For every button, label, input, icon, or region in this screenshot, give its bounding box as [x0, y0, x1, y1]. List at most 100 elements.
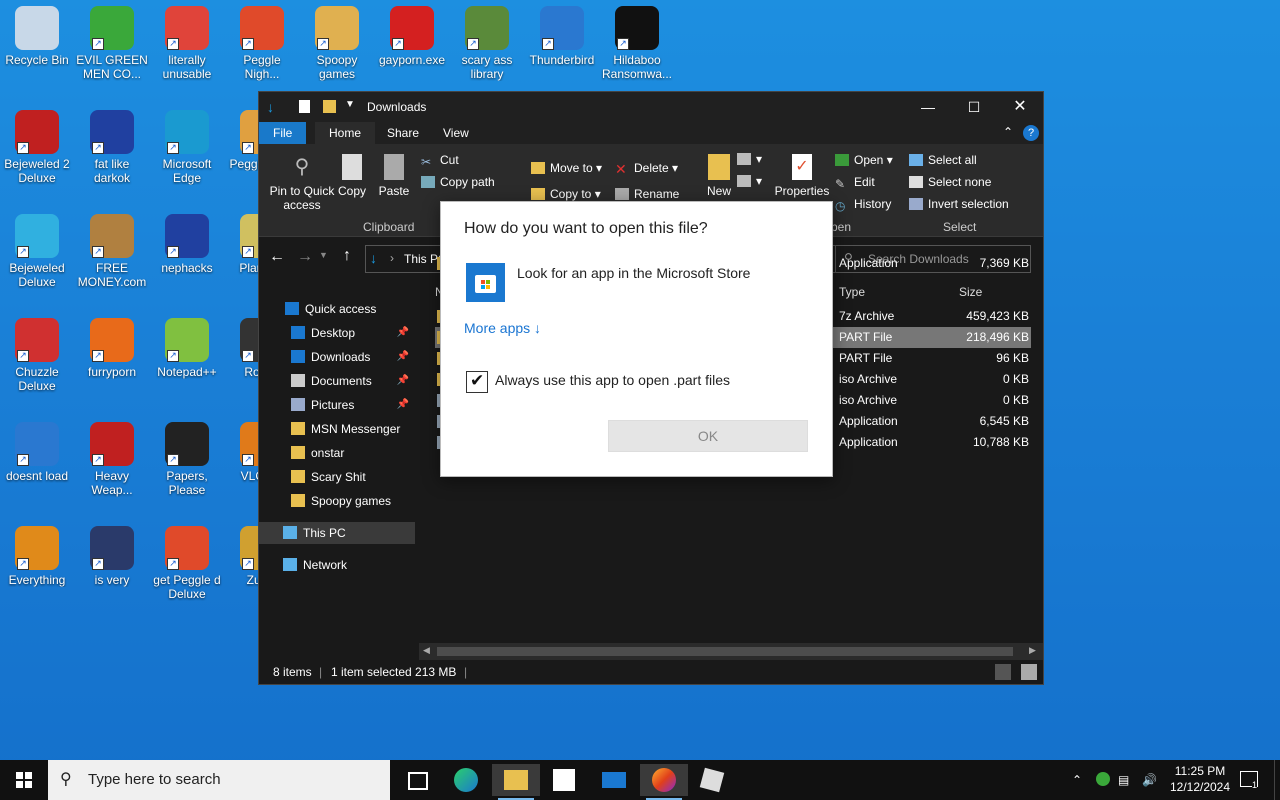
desktop-icon[interactable]: ↗ scary ass library	[450, 0, 524, 81]
show-desktop-button[interactable]	[1274, 760, 1280, 800]
maximize-button[interactable]: ☐	[951, 92, 997, 122]
ribbon-collapse-icon[interactable]: ⌃	[1003, 125, 1013, 139]
open-button[interactable]: Open ▾	[835, 153, 893, 167]
nav-pane-item[interactable]: MSN Messenger	[259, 418, 415, 440]
desktop-icon[interactable]: ↗ Papers, Please	[150, 416, 224, 497]
always-use-checkbox[interactable]: ✔	[466, 371, 488, 393]
pin-quick-access-button[interactable]: ⚲ Pin to Quick access	[265, 154, 339, 212]
desktop-icon[interactable]: ↗ Thunderbird	[525, 0, 599, 67]
desktop-icon[interactable]: ↗ nephacks	[150, 208, 224, 275]
tab-file[interactable]: File	[259, 122, 307, 144]
ok-button[interactable]: OK	[608, 420, 808, 452]
horizontal-scrollbar[interactable]: ◀ ▶	[419, 643, 1043, 660]
clock[interactable]: 11:25 PM 12/12/2024	[1162, 760, 1238, 800]
scroll-right-icon[interactable]: ▶	[1029, 645, 1036, 656]
desktop-icon[interactable]: ↗ literally unusable	[150, 0, 224, 81]
more-apps-link[interactable]: More apps ↓	[464, 320, 541, 336]
desktop-icon[interactable]: ↗ Microsoft Edge	[150, 104, 224, 185]
cut-button[interactable]: ✂ Cut	[421, 153, 459, 169]
taskbar-search-box[interactable]: ⚲ Type here to search	[48, 760, 390, 800]
taskbar-store[interactable]	[540, 764, 588, 796]
nav-pane-item[interactable]: Documents 📌	[259, 370, 415, 392]
scroll-left-icon[interactable]: ◀	[423, 645, 430, 656]
new-folder-button[interactable]: New	[699, 154, 739, 198]
scrollbar-thumb[interactable]	[437, 647, 1013, 656]
large-icons-view-icon[interactable]	[1021, 664, 1037, 680]
select-none-button[interactable]: Select none	[909, 175, 991, 189]
invert-selection-button[interactable]: Invert selection	[909, 197, 1009, 211]
desktop-icon[interactable]: ↗ fat like darkok	[75, 104, 149, 185]
desktop-icon[interactable]: ↗ Hildaboo Ransomwa...	[600, 0, 674, 81]
desktop-icon[interactable]: ↗ Peggle Nigh...	[225, 0, 299, 81]
desktop-icon[interactable]: ↗ Notepad++	[150, 312, 224, 379]
rename-button[interactable]: Rename	[615, 187, 679, 201]
desktop-icon[interactable]: ↗ gayporn.exe	[375, 0, 449, 67]
taskbar-firefox[interactable]	[640, 764, 688, 800]
easy-access-button[interactable]: ▾	[737, 174, 762, 188]
people-icon[interactable]	[1096, 772, 1110, 786]
delete-button[interactable]: ✕ Delete ▾	[615, 161, 678, 177]
nav-pane-item[interactable]: Downloads 📌	[259, 346, 415, 368]
microsoft-store-icon[interactable]	[466, 263, 505, 302]
new-item-button[interactable]: ▾	[737, 152, 762, 166]
history-button[interactable]: ◷ History	[835, 197, 891, 213]
properties-button[interactable]: ✓ Properties	[773, 154, 831, 198]
nav-pane-item[interactable]: Scary Shit	[259, 466, 415, 488]
store-option-label[interactable]: Look for an app in the Microsoft Store	[517, 265, 750, 281]
desktop-icon[interactable]: ↗ Bejeweled 2 Deluxe	[0, 104, 74, 185]
select-all-button[interactable]: Select all	[909, 153, 977, 167]
show-hidden-icons[interactable]: ⌃	[1072, 760, 1082, 800]
move-to-button[interactable]: Move to ▾	[531, 161, 602, 175]
qat-dropdown-icon[interactable]: ▼	[345, 99, 355, 110]
always-use-label[interactable]: Always use this app to open .part files	[495, 372, 730, 388]
nav-pane-item[interactable]: Pictures 📌	[259, 394, 415, 416]
column-header-type[interactable]: Type	[839, 279, 865, 305]
title-bar[interactable]: ↓ ▼ Downloads — ☐ ✕	[259, 92, 1043, 122]
desktop-icon[interactable]: ↗ Spoopy games	[300, 0, 374, 81]
new-folder-qat-icon[interactable]	[323, 100, 336, 113]
notification-center-button[interactable]: 1	[1238, 760, 1262, 800]
nav-pane-item[interactable]: Network	[259, 554, 415, 576]
copy-button[interactable]: Copy	[333, 154, 371, 198]
nav-pane-item[interactable]: Quick access	[259, 298, 415, 320]
help-icon[interactable]: ?	[1023, 125, 1039, 141]
column-header-size[interactable]: Size	[959, 279, 982, 305]
volume-icon[interactable]: 🔊	[1142, 760, 1157, 800]
close-button[interactable]: ✕	[997, 92, 1043, 122]
recent-locations-icon[interactable]: ▼	[319, 250, 328, 260]
taskbar-edge[interactable]	[442, 764, 490, 796]
tab-home[interactable]: Home	[315, 122, 376, 144]
details-view-icon[interactable]	[995, 664, 1011, 680]
back-button[interactable]: ←	[269, 248, 285, 266]
tab-share[interactable]: Share	[373, 122, 433, 144]
desktop-icon[interactable]: ↗ is very	[75, 520, 149, 587]
nav-pane-item[interactable]: Spoopy games	[259, 490, 415, 512]
taskbar-mail[interactable]	[590, 764, 638, 796]
desktop-icon[interactable]: ↗ get Peggle d Deluxe	[150, 520, 224, 601]
desktop-icon[interactable]: ↗ Bejeweled Deluxe	[0, 208, 74, 289]
tab-view[interactable]: View	[429, 122, 483, 144]
taskbar-roblox[interactable]	[688, 764, 736, 796]
taskbar-file-explorer[interactable]	[492, 764, 540, 800]
forward-button[interactable]: →	[297, 248, 313, 266]
desktop-icon[interactable]: ↗ Everything	[0, 520, 74, 587]
nav-pane-item[interactable]: onstar	[259, 442, 415, 464]
nav-pane-item[interactable]: This PC	[259, 522, 415, 544]
desktop-icon[interactable]: ↗ furryporn	[75, 312, 149, 379]
start-button[interactable]	[0, 760, 48, 800]
copy-to-button[interactable]: Copy to ▾	[531, 187, 601, 201]
paste-button[interactable]: Paste	[375, 154, 413, 198]
desktop-icon[interactable]: ↗ Heavy Weap...	[75, 416, 149, 497]
up-button[interactable]: ↑	[343, 247, 351, 265]
desktop-icon[interactable]: ↗ Chuzzle Deluxe	[0, 312, 74, 393]
properties-qat-icon[interactable]	[299, 100, 310, 113]
minimize-button[interactable]: —	[905, 92, 951, 122]
desktop-icon[interactable]: Recycle Bin	[0, 0, 74, 67]
desktop-icon[interactable]: ↗ FREE MONEY.com	[75, 208, 149, 289]
copy-path-button[interactable]: Copy path	[421, 175, 495, 189]
desktop-icon[interactable]: ↗ EVIL GREEN MEN CO...	[75, 0, 149, 81]
edit-button[interactable]: ✎ Edit	[835, 175, 875, 191]
desktop-icon[interactable]: ↗ doesnt load	[0, 416, 74, 483]
nav-pane-item[interactable]: Desktop 📌	[259, 322, 415, 344]
task-view-button[interactable]	[392, 764, 440, 796]
